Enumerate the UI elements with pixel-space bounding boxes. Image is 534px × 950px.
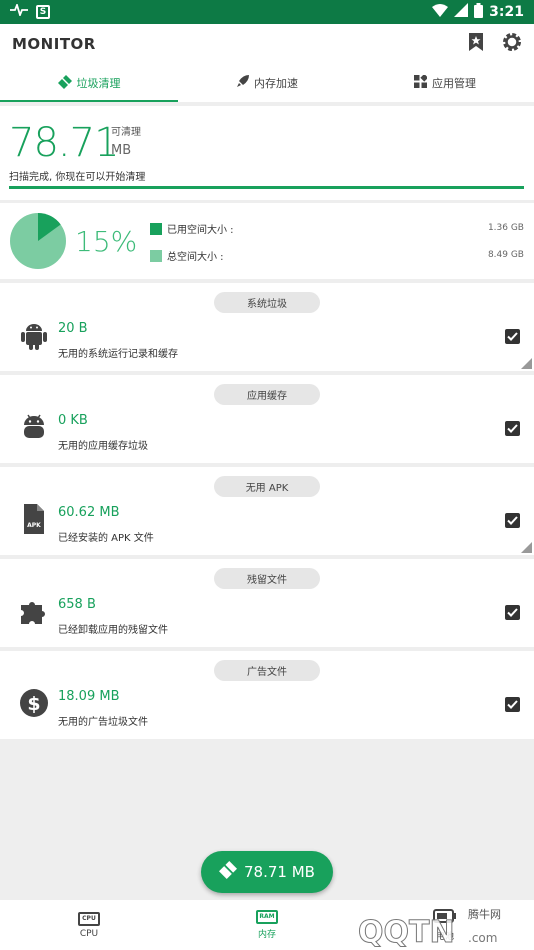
- tab-app-manage[interactable]: 应用管理: [356, 64, 534, 102]
- apk-file-icon: APK: [18, 503, 50, 535]
- pulse-icon: [10, 2, 28, 20]
- svg-text:腾牛网: 腾牛网: [468, 907, 501, 921]
- junk-card-ads[interactable]: 广告文件 $ 18.09 MB 无用的广告垃圾文件: [0, 651, 534, 739]
- legend-total-swatch: [150, 249, 162, 262]
- check-icon: [507, 332, 518, 341]
- junk-category-pill: 无用 APK: [214, 476, 320, 497]
- legend-used: 已用空间大小 :: [150, 221, 234, 236]
- bookmark-star-icon[interactable]: [468, 33, 484, 55]
- tab-label: 应用管理: [432, 77, 476, 90]
- junk-category-pill: 应用缓存: [214, 384, 320, 405]
- broom-icon: [219, 861, 238, 883]
- tab-label: 垃圾清理: [76, 77, 121, 90]
- junk-checkbox[interactable]: [505, 421, 520, 436]
- svg-text:$: $: [27, 693, 40, 715]
- svg-text:APK: APK: [27, 522, 41, 529]
- qqtn-watermark-logo: 腾牛网 QQTN .com: [358, 907, 502, 948]
- junk-checkbox[interactable]: [505, 605, 520, 620]
- junk-category-pill: 系统垃圾: [214, 292, 320, 313]
- junk-size: 60.62 MB: [58, 505, 120, 520]
- legend-used-swatch: [150, 222, 162, 235]
- used-percent: 15%: [75, 225, 138, 258]
- junk-description: 无用的应用缓存垃圾: [58, 441, 148, 452]
- cleanable-label: 可清理: [111, 127, 141, 138]
- junk-card-apk[interactable]: 无用 APK APK 60.62 MB 已经安装的 APK 文件: [0, 467, 534, 555]
- wifi-icon: [432, 3, 449, 21]
- junk-card-residual[interactable]: 残留文件 658 B 已经卸载应用的残留文件: [0, 559, 534, 647]
- junk-card-app-cache[interactable]: 应用缓存 0 KB 无用的应用缓存垃圾: [0, 375, 534, 463]
- nav-cpu[interactable]: CPU CPU: [0, 900, 178, 950]
- expand-corner-icon[interactable]: [521, 542, 532, 553]
- nav-label: CPU: [79, 928, 99, 939]
- status-time: 3:21: [489, 4, 524, 20]
- scan-progress-bar: [9, 186, 524, 189]
- tab-label: 内存加速: [254, 77, 298, 90]
- clean-now-button[interactable]: 78.71 MB: [201, 851, 333, 893]
- app-notification-icon: S: [36, 5, 50, 19]
- clean-button-label: 78.71 MB: [244, 863, 315, 881]
- check-icon: [507, 424, 518, 433]
- junk-category-pill: 残留文件: [214, 568, 320, 589]
- ram-chip-icon: RAM: [256, 910, 278, 924]
- junk-card-system[interactable]: 系统垃圾 20 B 无用的系统运行记录和缓存: [0, 283, 534, 371]
- tab-bar: 垃圾清理 内存加速 应用管理: [0, 64, 534, 102]
- android-head-icon: [18, 411, 50, 443]
- svg-text:QQTN: QQTN: [358, 915, 455, 948]
- junk-description: 已经安装的 APK 文件: [58, 533, 154, 544]
- check-icon: [507, 516, 518, 525]
- check-icon: [507, 700, 518, 709]
- legend-total: 总空间大小 :: [150, 248, 224, 263]
- junk-category-pill: 广告文件: [214, 660, 320, 681]
- dollar-icon: $: [18, 687, 50, 719]
- storage-pie-chart: [10, 213, 66, 269]
- junk-size: 18.09 MB: [58, 689, 120, 704]
- tab-memory-boost[interactable]: 内存加速: [178, 64, 356, 102]
- legend-total-label: 总空间大小 :: [167, 252, 224, 263]
- junk-description: 无用的系统运行记录和缓存: [58, 349, 178, 360]
- junk-checkbox[interactable]: [505, 329, 520, 344]
- svg-text:.com: .com: [468, 931, 497, 945]
- junk-size: 20 B: [58, 321, 88, 336]
- apps-grid-icon: [414, 73, 429, 91]
- cpu-chip-icon: CPU: [78, 911, 100, 926]
- signal-icon: [454, 3, 469, 21]
- puzzle-icon: [18, 595, 50, 627]
- storage-card: 15% 已用空间大小 : 1.36 GB 总空间大小 : 8.49 GB: [0, 203, 534, 279]
- junk-checkbox[interactable]: [505, 513, 520, 528]
- junk-checkbox[interactable]: [505, 697, 520, 712]
- junk-description: 已经卸载应用的残留文件: [58, 625, 168, 636]
- status-bar: S 3:21: [0, 0, 534, 24]
- broom-icon: [57, 74, 72, 92]
- junk-size: 658 B: [58, 597, 96, 612]
- scan-status-text: 扫描完成, 你现在可以开始清理: [9, 172, 146, 183]
- app-bar: MONITOR: [0, 24, 534, 64]
- legend-used-label: 已用空间大小 :: [167, 225, 234, 236]
- rocket-icon: [236, 75, 249, 91]
- expand-corner-icon[interactable]: [521, 358, 532, 369]
- cleanable-unit: MB: [111, 143, 132, 158]
- check-icon: [507, 608, 518, 617]
- used-space-value: 1.36 GB: [487, 223, 524, 233]
- app-title: MONITOR: [12, 35, 96, 53]
- nav-label: 内存: [257, 930, 276, 940]
- cleanable-amount: 78.71: [9, 120, 120, 166]
- android-icon: [18, 319, 50, 351]
- junk-description: 无用的广告垃圾文件: [58, 717, 148, 728]
- battery-icon: [474, 2, 484, 22]
- junk-size: 0 KB: [58, 413, 88, 428]
- clean-summary-card: 78.71 可清理 MB 扫描完成, 你现在可以开始清理: [0, 106, 534, 200]
- total-space-value: 8.49 GB: [487, 250, 524, 260]
- tab-junk-clean[interactable]: 垃圾清理: [0, 64, 178, 102]
- settings-gear-icon[interactable]: [502, 32, 522, 56]
